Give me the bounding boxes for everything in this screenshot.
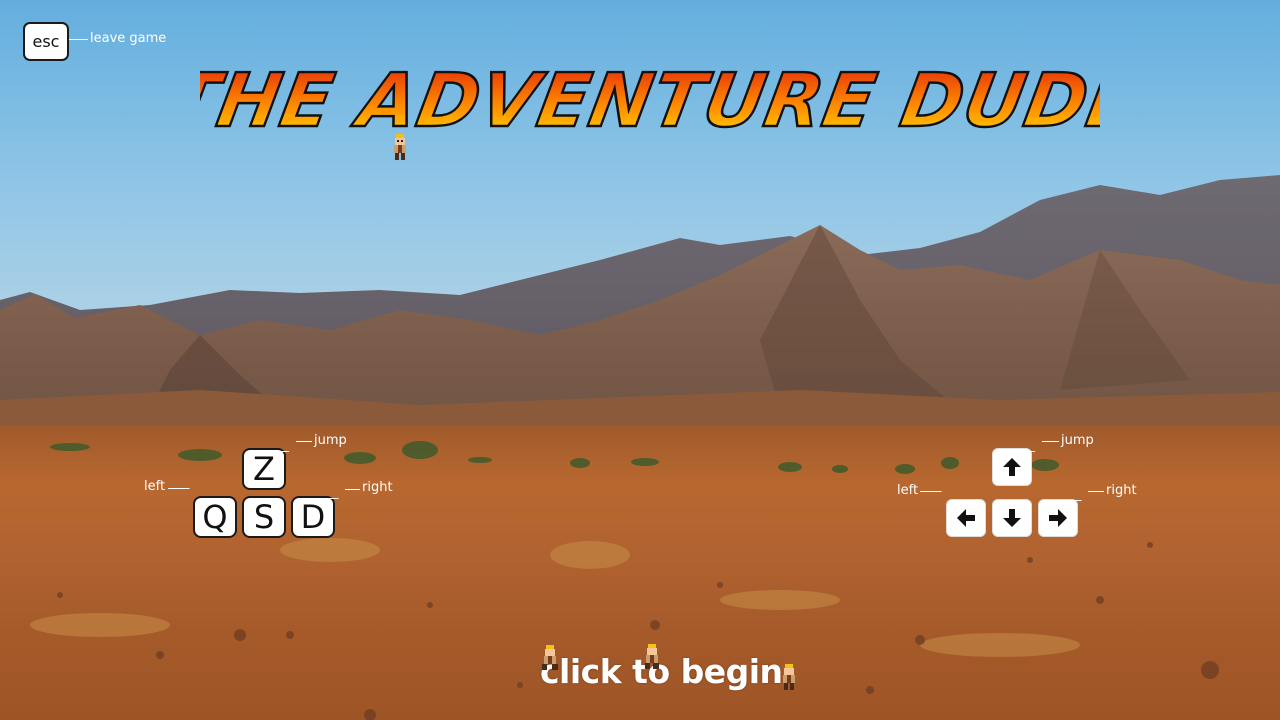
- s-key[interactable]: S: [242, 496, 286, 538]
- leave-game-label: leave game: [90, 31, 167, 46]
- arrow-up-key[interactable]: [992, 448, 1032, 486]
- right-arrow-leader-h: [1088, 491, 1104, 492]
- arrow-left-icon: [957, 509, 975, 527]
- game-title-text: THE ADVENTURE DUDE: [200, 58, 1100, 144]
- arrow-right-key[interactable]: [1038, 499, 1078, 537]
- zqsd-right-label: right: [362, 480, 393, 495]
- zqsd-left-label: left: [144, 479, 166, 494]
- running-dude-sprite-icon: [542, 645, 558, 670]
- standing-dude-sprite-icon: [783, 664, 795, 690]
- z-jump-leader-h: [296, 441, 312, 442]
- arrow-down-key[interactable]: [992, 499, 1032, 537]
- d-right-leader-h: [345, 489, 360, 490]
- up-jump-leader-h: [1042, 441, 1059, 442]
- adventure-dude-sprite-icon: [394, 134, 406, 160]
- arrows-jump-label: jump: [1061, 433, 1094, 448]
- esc-leader-line: [69, 39, 88, 40]
- arrow-right-icon: [1049, 509, 1067, 527]
- d-key[interactable]: D: [291, 496, 335, 538]
- arrow-up-icon: [1003, 458, 1021, 476]
- esc-key-label: esc: [32, 32, 60, 51]
- arrow-left-key[interactable]: [946, 499, 986, 537]
- arrows-right-label: right: [1106, 483, 1137, 498]
- q-key[interactable]: Q: [193, 496, 237, 538]
- esc-key[interactable]: esc: [23, 22, 69, 61]
- game-screen[interactable]: THE ADVENTURE DUDE esc leave game Z Q S …: [0, 0, 1280, 720]
- game-title: THE ADVENTURE DUDE: [200, 56, 1100, 145]
- arrow-down-icon: [1003, 509, 1021, 527]
- z-key[interactable]: Z: [242, 448, 286, 490]
- running-dude-sprite-icon: [645, 644, 659, 669]
- zqsd-jump-label: jump: [314, 433, 347, 448]
- mountain-range: [0, 175, 1280, 440]
- arrows-left-label: left: [897, 483, 919, 498]
